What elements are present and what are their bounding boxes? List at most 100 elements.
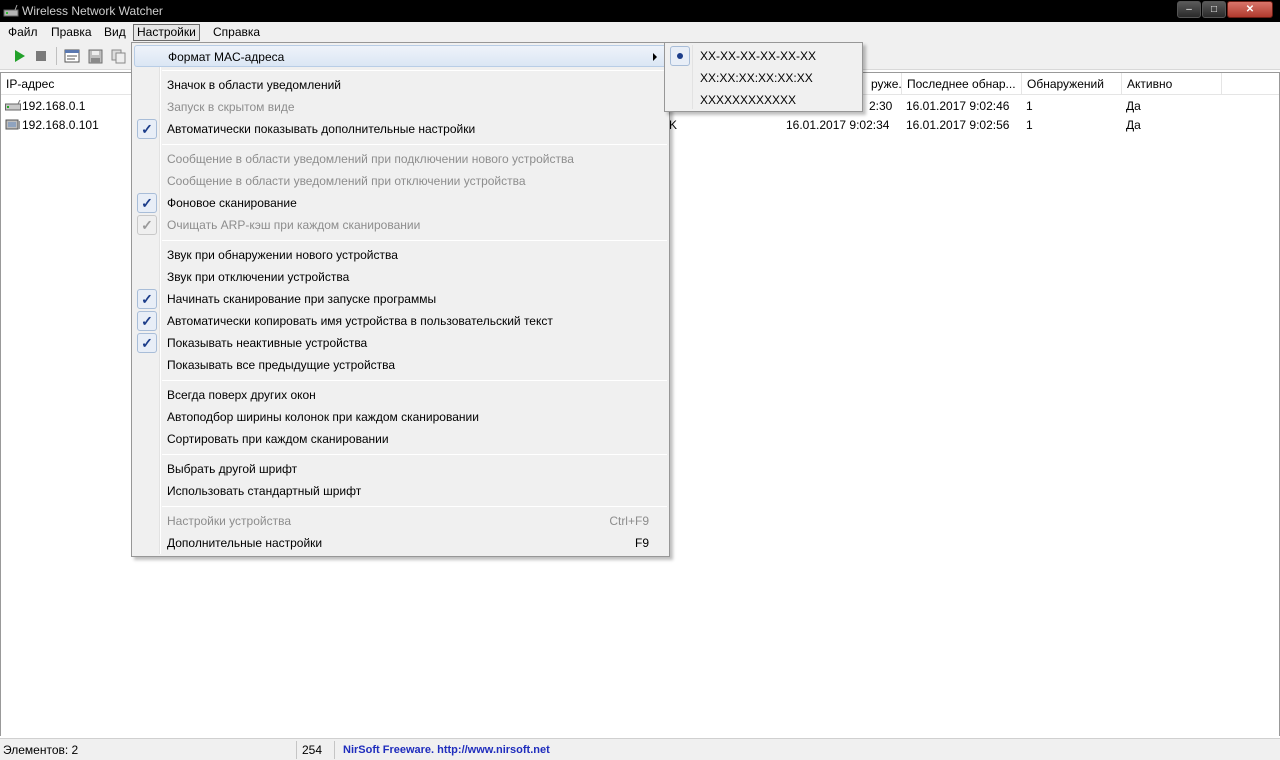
menu-item-sound-new[interactable]: Звук при обнаружении нового устройства [134, 244, 667, 266]
menu-separator [162, 144, 667, 145]
menu-item-scan-on-start[interactable]: ✓ Начинать сканирование при запуске прог… [134, 288, 667, 310]
menu-item-label: Всегда поверх других окон [167, 388, 316, 402]
menu-item-shortcut: Ctrl+F9 [609, 514, 649, 528]
menu-item-label: Автоматически показывать дополнительные … [167, 122, 476, 136]
menu-bar: Файл Правка Вид Настройки Справка [0, 22, 1280, 42]
menu-settings[interactable]: Настройки [133, 24, 200, 41]
row-detections: 1 [1026, 99, 1033, 113]
settings-menu: Формат MAC-адреса Значок в области уведо… [131, 42, 670, 557]
menu-item-label: Сообщение в области уведомлений при откл… [167, 174, 526, 188]
close-button[interactable]: ✕ [1227, 1, 1273, 18]
menu-item-choose-font[interactable]: Выбрать другой шрифт [134, 458, 667, 480]
window-title: Wireless Network Watcher [22, 4, 163, 18]
menu-item-start-hidden[interactable]: Запуск в скрытом виде [134, 96, 667, 118]
nirsoft-link[interactable]: NirSoft Freeware. http://www.nirsoft.net [340, 741, 1280, 759]
menu-item-tray-icon[interactable]: Значок в области уведомлений [134, 74, 667, 96]
menu-item-label: Начинать сканирование при запуске програ… [167, 292, 437, 306]
column-first-seen[interactable]: руже... [866, 73, 902, 95]
menu-separator [162, 240, 667, 241]
checkmark-icon: ✓ [137, 119, 157, 139]
play-icon [15, 50, 25, 62]
router-icon [5, 100, 21, 111]
stop-icon [36, 51, 46, 61]
row-active: Да [1126, 99, 1141, 113]
checkmark-icon: ✓ [137, 333, 157, 353]
menu-item-sort-each-scan[interactable]: Сортировать при каждом сканировании [134, 428, 667, 450]
column-last-seen[interactable]: Последнее обнар... [902, 73, 1022, 95]
menu-item-label: XXXXXXXXXXXX [700, 93, 797, 107]
status-bar: Элементов: 2 254 NirSoft Freeware. http:… [0, 738, 1280, 760]
menu-item-label: Настройки устройства [167, 514, 291, 528]
status-number: 254 [299, 741, 335, 759]
menu-item-label: Автоматически копировать имя устройства … [167, 314, 553, 328]
stop-scan-button[interactable] [32, 47, 50, 65]
menu-file[interactable]: Файл [4, 24, 42, 41]
menu-item-label: Автоподбор ширины колонок при каждом ска… [167, 410, 479, 424]
menu-item-label: Использовать стандартный шрифт [167, 484, 362, 498]
menu-item-notify-connect[interactable]: Сообщение в области уведомлений при подк… [134, 148, 667, 170]
menu-item-label: Звук при обнаружении нового устройства [167, 248, 398, 262]
menu-item-show-inactive[interactable]: ✓ Показывать неактивные устройства [134, 332, 667, 354]
menu-item-auto-advanced[interactable]: ✓ Автоматически показывать дополнительны… [134, 118, 667, 140]
mac-format-plain[interactable]: XXXXXXXXXXXX [667, 89, 860, 111]
menu-item-label: Запуск в скрытом виде [167, 100, 295, 114]
row-partial: K [669, 118, 678, 132]
submenu-arrow-icon [653, 53, 657, 61]
menu-item-always-on-top[interactable]: Всегда поверх других окон [134, 384, 667, 406]
menu-item-label: XX-XX-XX-XX-XX-XX [700, 49, 817, 63]
menu-item-clear-arp[interactable]: ✓ Очищать ARP-кэш при каждом сканировани… [134, 214, 667, 236]
status-item-count: Элементов: 2 [0, 741, 297, 759]
start-scan-button[interactable] [10, 47, 28, 65]
checkmark-icon: ✓ [137, 289, 157, 309]
menu-item-notify-disconnect[interactable]: Сообщение в области уведомлений при откл… [134, 170, 667, 192]
menu-separator [162, 380, 667, 381]
column-ip[interactable]: IP-адрес [1, 73, 132, 95]
menu-item-show-previous[interactable]: Показывать все предыдущие устройства [134, 354, 667, 376]
menu-item-label: Сообщение в области уведомлений при подк… [167, 152, 574, 166]
toolbar-separator [56, 47, 57, 65]
app-icon [3, 4, 19, 17]
menu-separator [162, 70, 667, 71]
menu-item-advanced-options[interactable]: Дополнительные настройки F9 [134, 532, 667, 554]
menu-item-label: Показывать неактивные устройства [167, 336, 368, 350]
minimize-icon: ‒ [1186, 4, 1192, 15]
maximize-button[interactable]: □ [1202, 1, 1226, 18]
menu-item-autosize-columns[interactable]: Автоподбор ширины колонок при каждом ска… [134, 406, 667, 428]
column-active[interactable]: Активно [1122, 73, 1222, 95]
row-first-seen: 2:30 [869, 99, 893, 113]
menu-item-label: Сортировать при каждом сканировании [167, 432, 389, 446]
save-button[interactable] [86, 47, 104, 65]
menu-item-shortcut: F9 [634, 536, 649, 550]
menu-item-auto-copy-name[interactable]: ✓ Автоматически копировать имя устройств… [134, 310, 667, 332]
column-detections[interactable]: Обнаружений [1022, 73, 1122, 95]
menu-item-label: Показывать все предыдущие устройства [167, 358, 396, 372]
menu-item-device-settings[interactable]: Настройки устройства Ctrl+F9 [134, 510, 667, 532]
menu-item-background-scan[interactable]: ✓ Фоновое сканирование [134, 192, 667, 214]
menu-item-label: Звук при отключении устройства [167, 270, 350, 284]
menu-item-mac-format[interactable]: Формат MAC-адреса [134, 45, 667, 67]
properties-button[interactable] [63, 47, 81, 65]
row-ip: 192.168.0.101 [22, 118, 99, 132]
menu-separator [162, 506, 667, 507]
menu-item-label: Очищать ARP-кэш при каждом сканировании [167, 218, 421, 232]
menu-item-sound-disconnect[interactable]: Звук при отключении устройства [134, 266, 667, 288]
menu-help[interactable]: Справка [209, 24, 264, 41]
mac-format-submenu: XX-XX-XX-XX-XX-XX XX:XX:XX:XX:XX:XX XXXX… [664, 42, 863, 112]
maximize-icon: □ [1210, 4, 1218, 15]
checkmark-icon: ✓ [137, 193, 157, 213]
menu-item-label: Значок в области уведомлений [167, 78, 342, 92]
menu-item-label: Формат MAC-адреса [168, 50, 285, 64]
menu-item-default-font[interactable]: Использовать стандартный шрифт [134, 480, 667, 502]
menu-edit[interactable]: Правка [47, 24, 96, 41]
close-icon: ✕ [1245, 4, 1255, 15]
copy-button[interactable] [109, 47, 127, 65]
mac-format-dashes[interactable]: XX-XX-XX-XX-XX-XX [667, 45, 860, 67]
menu-view[interactable]: Вид [100, 24, 130, 41]
save-icon [88, 49, 102, 63]
row-ip: 192.168.0.1 [22, 99, 86, 113]
minimize-button[interactable]: ‒ [1177, 1, 1201, 18]
menu-item-label: XX:XX:XX:XX:XX:XX [700, 71, 813, 85]
row-detections: 1 [1026, 118, 1033, 132]
checkmark-icon: ✓ [137, 215, 157, 235]
mac-format-colons[interactable]: XX:XX:XX:XX:XX:XX [667, 67, 860, 89]
